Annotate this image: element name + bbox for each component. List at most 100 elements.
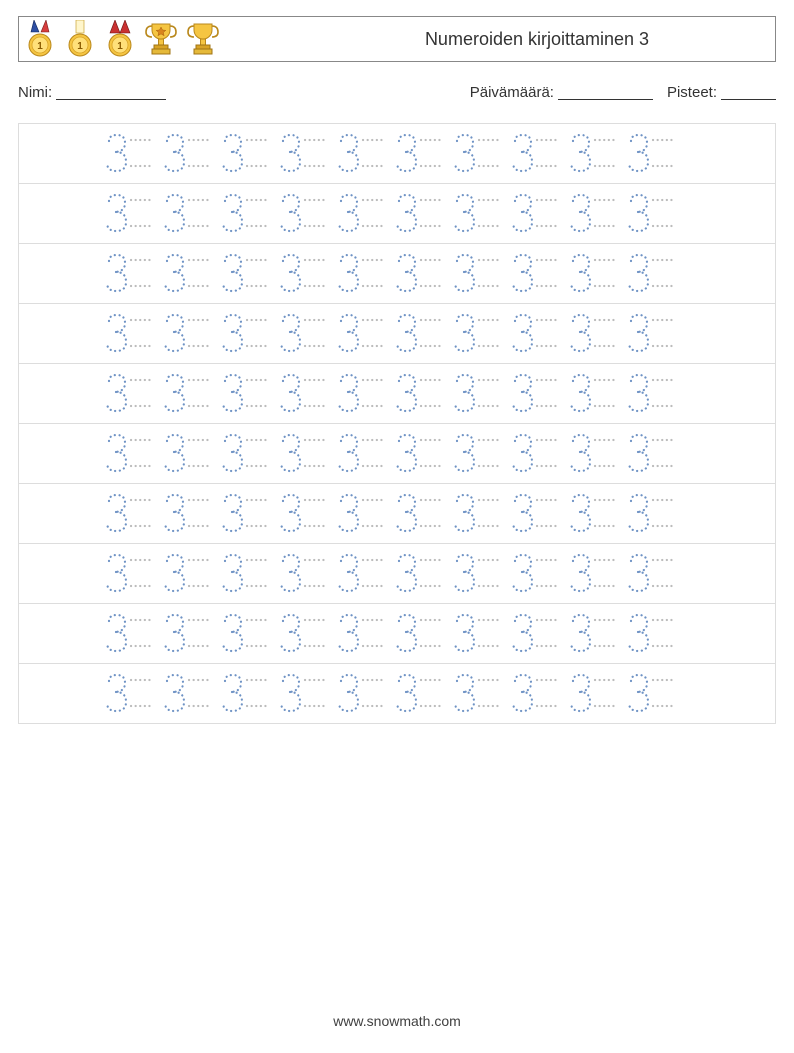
trace-digit-cell[interactable]: [161, 253, 219, 295]
trace-digit-cell[interactable]: [277, 313, 335, 355]
trace-digit-cell[interactable]: [625, 133, 683, 175]
trace-digit-cell[interactable]: [509, 313, 567, 355]
trace-digit-cell[interactable]: [625, 193, 683, 235]
trace-digit-cell[interactable]: [393, 193, 451, 235]
trace-digit-cell[interactable]: [509, 253, 567, 295]
trace-digit-cell[interactable]: [625, 613, 683, 655]
trace-digit-cell[interactable]: [451, 133, 509, 175]
trace-digit-cell[interactable]: [335, 613, 393, 655]
trace-digit-cell[interactable]: [277, 373, 335, 415]
trace-digit-cell[interactable]: [567, 433, 625, 475]
trace-digit-cell[interactable]: [625, 673, 683, 715]
trace-digit-cell[interactable]: [219, 313, 277, 355]
trace-digit-cell[interactable]: [393, 553, 451, 595]
trace-digit-cell[interactable]: [161, 373, 219, 415]
trace-digit-cell[interactable]: [451, 493, 509, 535]
trace-digit-cell[interactable]: [625, 313, 683, 355]
trace-digit-cell[interactable]: [509, 493, 567, 535]
trace-digit-cell[interactable]: [393, 493, 451, 535]
trace-digit-cell[interactable]: [335, 253, 393, 295]
trace-digit-cell[interactable]: [277, 193, 335, 235]
trace-digit-cell[interactable]: [219, 673, 277, 715]
trace-digit-cell[interactable]: [277, 253, 335, 295]
trace-digit-cell[interactable]: [103, 373, 161, 415]
trace-digit-cell[interactable]: [277, 133, 335, 175]
trace-digit-cell[interactable]: [219, 613, 277, 655]
trace-digit-cell[interactable]: [103, 613, 161, 655]
trace-digit-cell[interactable]: [103, 253, 161, 295]
trace-digit-cell[interactable]: [161, 553, 219, 595]
trace-digit-cell[interactable]: [567, 133, 625, 175]
trace-digit-cell[interactable]: [335, 493, 393, 535]
trace-digit-cell[interactable]: [625, 553, 683, 595]
trace-digit-cell[interactable]: [393, 433, 451, 475]
trace-digit-cell[interactable]: [451, 193, 509, 235]
trace-digit-cell[interactable]: [393, 673, 451, 715]
trace-digit-cell[interactable]: [509, 553, 567, 595]
trace-digit-cell[interactable]: [161, 493, 219, 535]
trace-digit-cell[interactable]: [161, 613, 219, 655]
trace-digit-cell[interactable]: [509, 613, 567, 655]
score-field-blank[interactable]: [721, 99, 776, 100]
trace-digit-cell[interactable]: [567, 493, 625, 535]
trace-digit-cell[interactable]: [103, 133, 161, 175]
trace-digit-cell[interactable]: [625, 433, 683, 475]
trace-digit-cell[interactable]: [277, 553, 335, 595]
trace-digit-cell[interactable]: [625, 493, 683, 535]
trace-digit-cell[interactable]: [451, 253, 509, 295]
trace-digit-cell[interactable]: [393, 373, 451, 415]
trace-digit-cell[interactable]: [219, 433, 277, 475]
trace-digit-cell[interactable]: [219, 253, 277, 295]
trace-digit-cell[interactable]: [335, 433, 393, 475]
trace-digit-cell[interactable]: [509, 133, 567, 175]
trace-digit-cell[interactable]: [219, 373, 277, 415]
trace-digit-cell[interactable]: [335, 673, 393, 715]
trace-digit-cell[interactable]: [567, 313, 625, 355]
trace-digit-cell[interactable]: [567, 373, 625, 415]
trace-digit-cell[interactable]: [219, 133, 277, 175]
trace-digit-cell[interactable]: [625, 373, 683, 415]
trace-digit-cell[interactable]: [509, 433, 567, 475]
trace-digit-cell[interactable]: [103, 193, 161, 235]
trace-digit-cell[interactable]: [161, 193, 219, 235]
trace-digit-cell[interactable]: [103, 553, 161, 595]
trace-digit-cell[interactable]: [161, 313, 219, 355]
trace-digit-cell[interactable]: [335, 313, 393, 355]
trace-digit-cell[interactable]: [393, 613, 451, 655]
trace-digit-cell[interactable]: [567, 553, 625, 595]
trace-digit-cell[interactable]: [451, 313, 509, 355]
trace-digit-cell[interactable]: [451, 673, 509, 715]
trace-digit-cell[interactable]: [103, 673, 161, 715]
name-field-blank[interactable]: [56, 99, 166, 100]
trace-digit-cell[interactable]: [451, 373, 509, 415]
trace-digit-cell[interactable]: [103, 433, 161, 475]
trace-digit-cell[interactable]: [219, 193, 277, 235]
trace-digit-cell[interactable]: [335, 373, 393, 415]
trace-digit-cell[interactable]: [509, 373, 567, 415]
trace-digit-cell[interactable]: [335, 193, 393, 235]
trace-digit-cell[interactable]: [103, 493, 161, 535]
trace-digit-cell[interactable]: [567, 613, 625, 655]
trace-digit-cell[interactable]: [277, 613, 335, 655]
trace-digit-cell[interactable]: [277, 493, 335, 535]
trace-digit-cell[interactable]: [451, 433, 509, 475]
trace-digit-cell[interactable]: [567, 193, 625, 235]
trace-digit-cell[interactable]: [451, 613, 509, 655]
trace-digit-cell[interactable]: [393, 313, 451, 355]
trace-digit-cell[interactable]: [335, 553, 393, 595]
trace-digit-cell[interactable]: [219, 553, 277, 595]
date-field-blank[interactable]: [558, 99, 653, 100]
trace-digit-cell[interactable]: [567, 253, 625, 295]
trace-digit-cell[interactable]: [451, 553, 509, 595]
trace-digit-cell[interactable]: [103, 313, 161, 355]
trace-digit-cell[interactable]: [393, 133, 451, 175]
trace-digit-cell[interactable]: [393, 253, 451, 295]
trace-digit-cell[interactable]: [219, 493, 277, 535]
trace-digit-cell[interactable]: [161, 133, 219, 175]
trace-digit-cell[interactable]: [161, 433, 219, 475]
trace-digit-cell[interactable]: [161, 673, 219, 715]
trace-digit-cell[interactable]: [509, 673, 567, 715]
trace-digit-cell[interactable]: [277, 673, 335, 715]
trace-digit-cell[interactable]: [335, 133, 393, 175]
trace-digit-cell[interactable]: [625, 253, 683, 295]
